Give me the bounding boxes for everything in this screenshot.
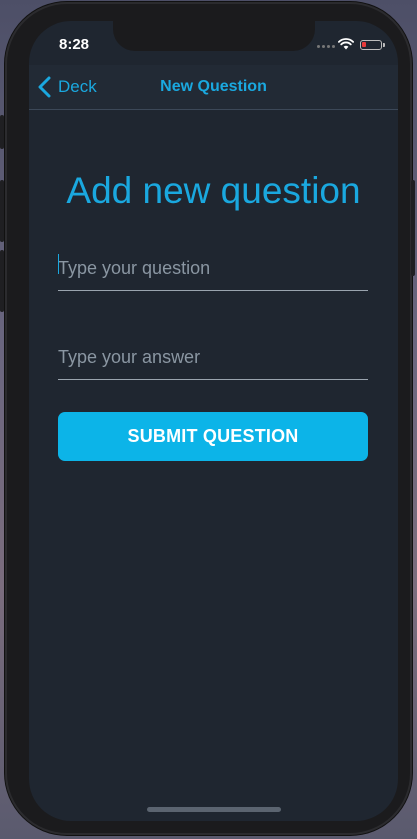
power-button — [411, 180, 415, 276]
device-notch — [113, 21, 315, 51]
volume-down-button — [0, 250, 4, 312]
volume-up-button — [0, 180, 4, 242]
wifi-icon — [338, 38, 354, 50]
navigation-bar: New Question Deck — [29, 65, 398, 110]
page-heading: Add new question — [66, 170, 361, 211]
cellular-signal-icon — [317, 45, 335, 48]
battery-low-icon — [360, 40, 385, 50]
chevron-left-icon — [38, 76, 51, 98]
answer-input[interactable] — [58, 336, 368, 380]
battery-level — [362, 42, 366, 47]
home-indicator[interactable] — [147, 807, 281, 812]
back-button[interactable]: Deck — [37, 75, 97, 99]
phone-frame: 8:28 New Question Deck Add new question … — [0, 2, 415, 835]
submit-question-button[interactable]: SUBMIT QUESTION — [58, 412, 368, 461]
question-input[interactable] — [58, 247, 368, 291]
back-button-label: Deck — [58, 77, 97, 96]
status-time: 8:28 — [59, 36, 90, 53]
app-screen: 8:28 New Question Deck Add new question … — [29, 21, 398, 821]
text-cursor — [58, 254, 59, 274]
mute-switch — [0, 115, 4, 149]
